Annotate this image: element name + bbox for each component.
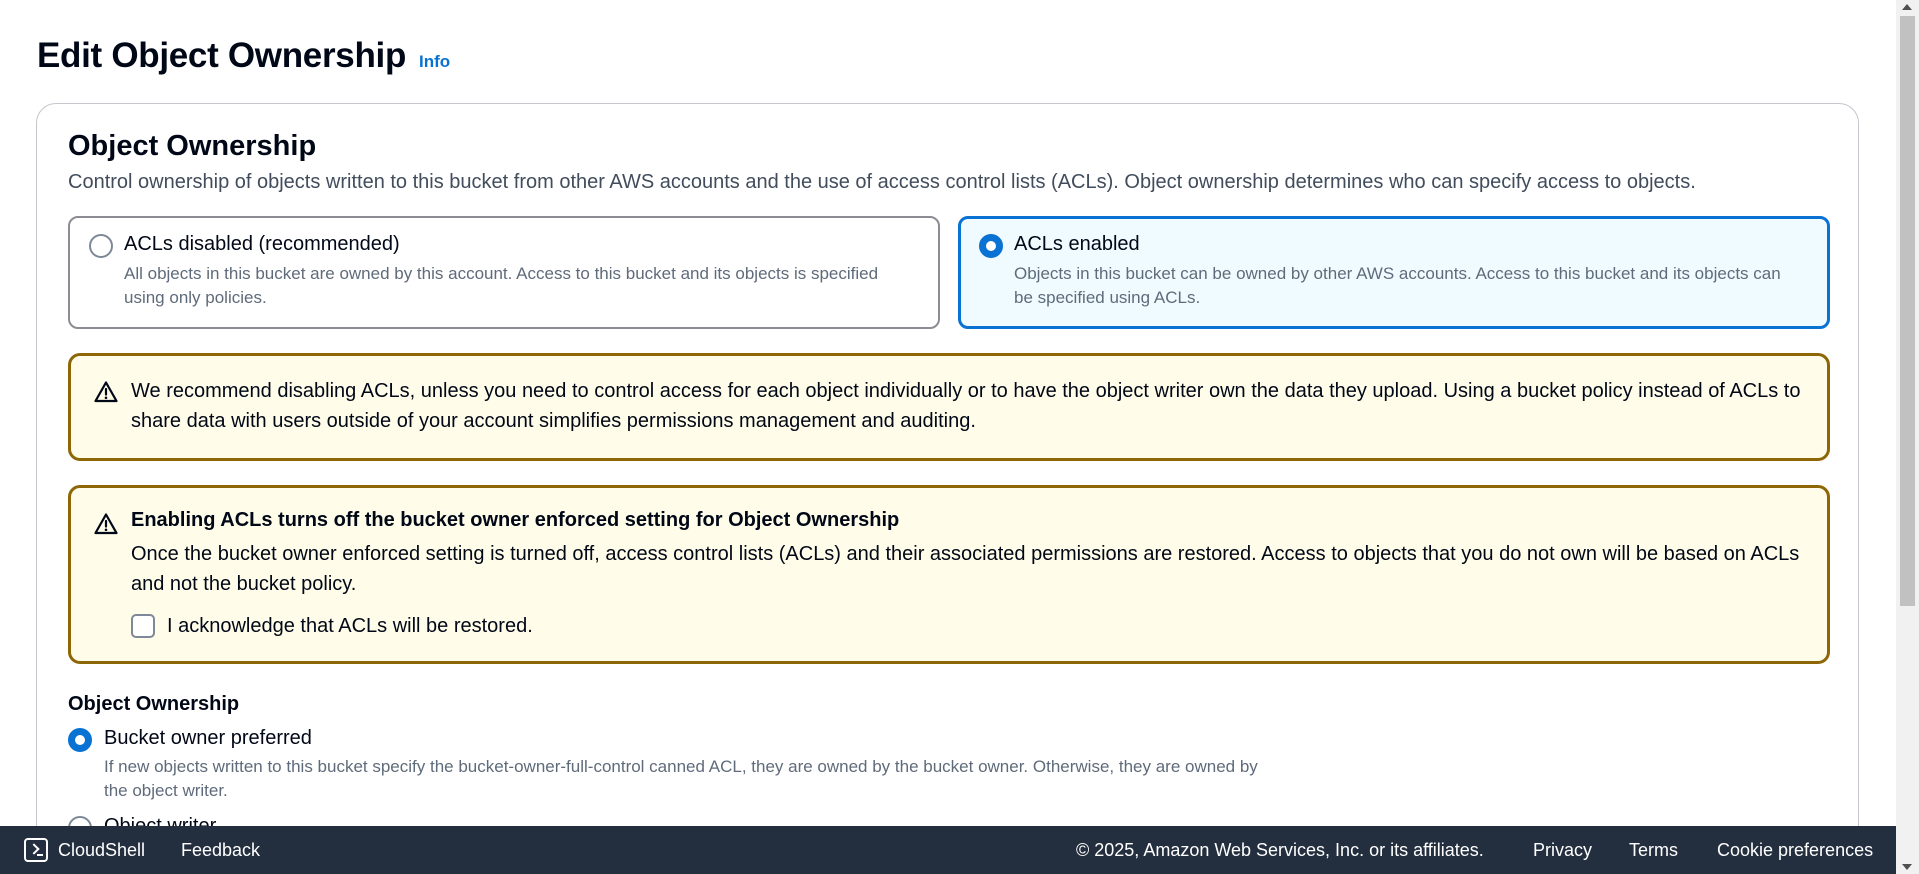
privacy-link[interactable]: Privacy [1533,826,1592,874]
enabling-acls-warning: Enabling ACLs turns off the bucket owner… [68,485,1830,664]
acls-enabled-description: Objects in this bucket can be owned by o… [1014,264,1781,307]
warning-icon [94,381,118,403]
bucket-owner-preferred-description: If new objects written to this bucket sp… [104,757,1258,800]
object-writer-radio[interactable] [68,816,92,826]
warning-icon [94,513,118,535]
feedback-link[interactable]: Feedback [181,826,260,874]
acls-enabled-label: ACLs enabled [1014,233,1140,255]
info-link[interactable]: Info [419,52,450,72]
page-title: Edit Object Ownership [37,36,407,75]
warning-title: Enabling ACLs turns off the bucket owner… [131,509,900,531]
vertical-scrollbar[interactable] [1896,0,1919,874]
cloudshell-button[interactable]: CloudShell [24,826,145,874]
panel-title: Object Ownership [68,130,317,162]
acls-enabled-tile[interactable]: ACLs enabled Objects in this bucket can … [958,216,1830,329]
acknowledge-label: I acknowledge that ACLs will be restored… [167,614,533,637]
object-writer-label[interactable]: Object writer [104,815,216,826]
acls-disabled-description: All objects in this bucket are owned by … [124,264,879,307]
terminal-icon [24,838,48,862]
acls-disabled-radio[interactable] [89,234,113,258]
acls-disabled-tile[interactable]: ACLs disabled (recommended) All objects … [68,216,940,329]
scroll-up-arrow-icon[interactable] [1902,4,1912,10]
console-footer: CloudShell Feedback © 2025, Amazon Web S… [0,826,1896,874]
object-ownership-panel: Object Ownership Control ownership of ob… [36,103,1859,826]
cloudshell-label: CloudShell [58,839,146,860]
copyright-text: © 2025, Amazon Web Services, Inc. or its… [1076,839,1484,860]
cookie-preferences-link[interactable]: Cookie preferences [1717,826,1873,874]
warning-text: We recommend disabling ACLs, unless you … [131,380,1801,432]
scrollbar-thumb[interactable] [1900,16,1915,606]
acknowledge-checkbox[interactable] [131,614,155,638]
acl-recommendation-warning: We recommend disabling ACLs, unless you … [68,353,1830,461]
bucket-owner-preferred-label[interactable]: Bucket owner preferred [104,727,312,750]
acknowledge-checkbox-row[interactable]: I acknowledge that ACLs will be restored… [131,614,533,638]
acls-enabled-radio[interactable] [979,234,1003,258]
page-header: Edit Object Ownership Info [37,36,450,76]
acls-disabled-label: ACLs disabled (recommended) [124,233,400,255]
warning-text: Once the bucket owner enforced setting i… [131,543,1800,595]
main-content: Edit Object Ownership Info Object Owners… [0,0,1896,826]
panel-description: Control ownership of objects written to … [68,171,1696,193]
scroll-down-arrow-icon[interactable] [1902,864,1912,870]
bucket-owner-preferred-radio[interactable] [68,728,92,752]
ownership-field-label: Object Ownership [68,693,240,715]
terms-link[interactable]: Terms [1629,826,1678,874]
